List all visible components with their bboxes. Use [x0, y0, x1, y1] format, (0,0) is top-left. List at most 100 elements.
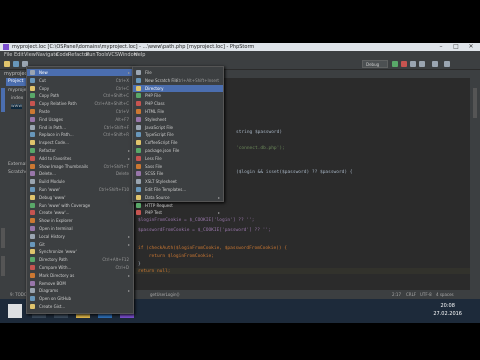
menu-item-icon — [30, 187, 35, 192]
coverage-icon[interactable] — [410, 61, 416, 67]
context-menu-item-cut[interactable]: Cut Ctrl+X — [27, 77, 133, 84]
context-menu-item-refactor[interactable]: Refactor ▸ — [27, 147, 133, 154]
project-tool-tab[interactable] — [1, 88, 5, 112]
menu-help[interactable]: Help — [134, 51, 145, 59]
breadcrumb-function[interactable]: getUserLogin() — [150, 290, 180, 299]
context-menu-item-copy-path[interactable]: Copy Path Ctrl+Shift+C — [27, 92, 133, 99]
code-line: $passwordFromCookie = $_COOKIE['password… — [138, 228, 271, 233]
menu-item-label: SCSS File — [145, 171, 164, 177]
new-submenu-item-http-request[interactable]: HTTP Request — [133, 202, 223, 209]
new-submenu-item-stylesheet[interactable]: Stylesheet — [133, 116, 223, 123]
menu-item-label: Refactor — [39, 148, 56, 153]
code-line: ($login && isset($password) ?? $password… — [236, 170, 353, 175]
menu-item-shortcut: Ctrl+V — [115, 109, 129, 114]
context-menu-item-inspect-code[interactable]: Inspect Code... — [27, 139, 133, 146]
context-menu-item-run-www-with-coverage[interactable]: Run 'www' with Coverage — [27, 202, 133, 209]
menu-item-label: Build Module — [39, 179, 65, 185]
context-menu-item-local-history[interactable]: Local History ▸ — [27, 233, 133, 240]
menu-item-label: Add to Favorites — [39, 155, 72, 161]
new-submenu-item-edit-file-templates[interactable]: Edit File Templates... — [133, 186, 223, 193]
context-menu-item-add-to-favorites[interactable]: Add to Favorites ▸ — [27, 155, 133, 162]
context-menu-item-open-in-terminal[interactable]: Open in terminal — [27, 225, 133, 232]
context-menu-item-delete[interactable]: Delete... Delete — [27, 170, 133, 177]
debug-icon[interactable] — [401, 61, 407, 67]
context-menu-item-compare-with[interactable]: Compare With... Ctrl+D — [27, 264, 133, 271]
new-submenu-item-javascript-file[interactable]: JavaScript File — [133, 124, 223, 131]
new-submenu-item-php-test[interactable]: PHP Test ▸ — [133, 209, 223, 216]
cursor-position[interactable]: 2:17 — [392, 290, 401, 299]
favorites-tool-tab[interactable] — [1, 256, 5, 276]
context-menu-item-create-www[interactable]: Create 'www'... — [27, 209, 133, 216]
context-menu-item-new[interactable]: New ▸ — [27, 69, 133, 76]
run-config-select[interactable]: Debug — [362, 60, 388, 68]
menu-item-label: Data Source — [145, 194, 170, 200]
new-submenu-item-xslt-stylesheet[interactable]: XSLT Stylesheet — [133, 178, 223, 185]
stop-icon[interactable] — [419, 61, 425, 67]
new-submenu-item-file[interactable]: File — [133, 69, 223, 76]
context-menu-item-copy-relative-path[interactable]: Copy Relative Path Ctrl+Alt+Shift+C — [27, 100, 133, 107]
context-menu-item-find-usages[interactable]: Find Usages Alt+F7 — [27, 116, 133, 123]
minimize-button[interactable]: – — [434, 43, 448, 51]
system-clock[interactable]: 20:08 27.02.2016 — [433, 302, 462, 318]
context-menu-item-show-image-thumbnails[interactable]: Show Image Thumbnails Ctrl+Shift+T — [27, 163, 133, 170]
file-encoding[interactable]: UTF-8 — [420, 290, 432, 299]
database-tool-tab[interactable] — [473, 88, 477, 118]
menu-item-label: Mark Directory as — [39, 272, 75, 278]
menu-item-icon — [30, 233, 35, 239]
menu-view[interactable]: View — [24, 51, 36, 59]
context-menu-item-diagrams[interactable]: Diagrams ▸ — [27, 287, 133, 294]
context-menu-item-remove-bom[interactable]: Remove BOM — [27, 280, 133, 287]
search-icon[interactable] — [444, 61, 450, 67]
new-submenu-item-package-json-file[interactable]: package.json File — [133, 147, 223, 154]
menu-item-icon — [30, 171, 35, 177]
todo-tool-button[interactable]: 9: TODO — [10, 290, 27, 299]
menu-tools[interactable]: Tools — [96, 51, 108, 59]
new-submenu-item-less-file[interactable]: Less File — [133, 155, 223, 162]
indent-setting[interactable]: 4 spaces — [436, 290, 454, 299]
context-menu-item-mark-directory-as[interactable]: Mark Directory as ▸ — [27, 272, 133, 279]
context-menu-item-run-www[interactable]: Run 'www' Ctrl+Shift+F10 — [27, 186, 133, 193]
context-menu-item-git[interactable]: Git ▸ — [27, 241, 133, 248]
new-submenu-item-typescript-file[interactable]: TypeScript File — [133, 131, 223, 138]
context-menu-item-build-module[interactable]: Build Module — [27, 178, 133, 185]
new-submenu-item-scss-file[interactable]: SCSS File — [133, 170, 223, 177]
context-menu-item-paste[interactable]: Paste Ctrl+V — [27, 108, 133, 115]
tree-item-www[interactable]: www — [11, 104, 23, 109]
new-submenu-item-html-file[interactable]: HTML File — [133, 108, 223, 115]
context-menu-item-create-gist[interactable]: Create Gist... — [27, 303, 133, 310]
menu-item-icon — [30, 218, 35, 224]
maximize-button[interactable]: □ — [449, 43, 463, 51]
context-menu-item-open-on-github[interactable]: Open on GitHub — [27, 295, 133, 302]
context-menu-item-debug-www[interactable]: Debug 'www' — [27, 194, 133, 201]
menu-file[interactable]: File — [4, 51, 12, 59]
new-submenu-item-sass-file[interactable]: Sass File — [133, 163, 223, 170]
context-menu-item-find-in-path[interactable]: Find in Path... Ctrl+Shift+F — [27, 124, 133, 131]
new-submenu-item-data-source[interactable]: Data Source ▸ — [133, 194, 223, 201]
new-submenu-item-php-class[interactable]: PHP Class — [133, 100, 223, 107]
menu-code[interactable]: Code — [56, 51, 69, 59]
menu-item-shortcut: Ctrl+D — [115, 265, 129, 270]
close-button[interactable]: ✕ — [464, 43, 478, 51]
save-icon[interactable] — [13, 61, 19, 67]
settings-icon[interactable] — [432, 61, 438, 67]
open-folder-icon[interactable] — [4, 61, 10, 67]
new-submenu-item-coffeescript-file[interactable]: CoffeeScript File — [133, 139, 223, 146]
line-separator[interactable]: CRLF — [406, 290, 416, 299]
structure-tool-tab[interactable] — [1, 228, 5, 248]
menu-vcs[interactable]: VCS — [108, 51, 118, 59]
context-menu-item-directory-path[interactable]: Directory Path Ctrl+Alt+F12 — [27, 256, 133, 263]
tree-item-index[interactable]: index — [11, 96, 23, 101]
code-line: if (checkAuth($loginFromCookie, $passwor… — [138, 246, 288, 251]
new-submenu-item-php-file[interactable]: PHP File — [133, 92, 223, 99]
new-submenu-item-new-scratch-file[interactable]: New Scratch File Ctrl+Alt+Shift+Insert — [133, 77, 223, 84]
context-menu-item-copy[interactable]: Copy Ctrl+C — [27, 85, 133, 92]
context-menu-item-synchronize-www[interactable]: Synchronize 'www' — [27, 248, 133, 255]
run-icon[interactable] — [392, 61, 398, 67]
context-menu-item-replace-in-path[interactable]: Replace in Path... Ctrl+Shift+R — [27, 131, 133, 138]
context-menu-item-show-in-explorer[interactable]: Show in Explorer — [27, 217, 133, 224]
new-submenu-item-directory[interactable]: Directory — [133, 84, 223, 92]
menu-item-label: TypeScript File — [145, 132, 174, 138]
windows-start-icon[interactable] — [8, 304, 22, 318]
menu-run[interactable]: Run — [86, 51, 96, 59]
menu-edit[interactable]: Edit — [14, 51, 24, 59]
